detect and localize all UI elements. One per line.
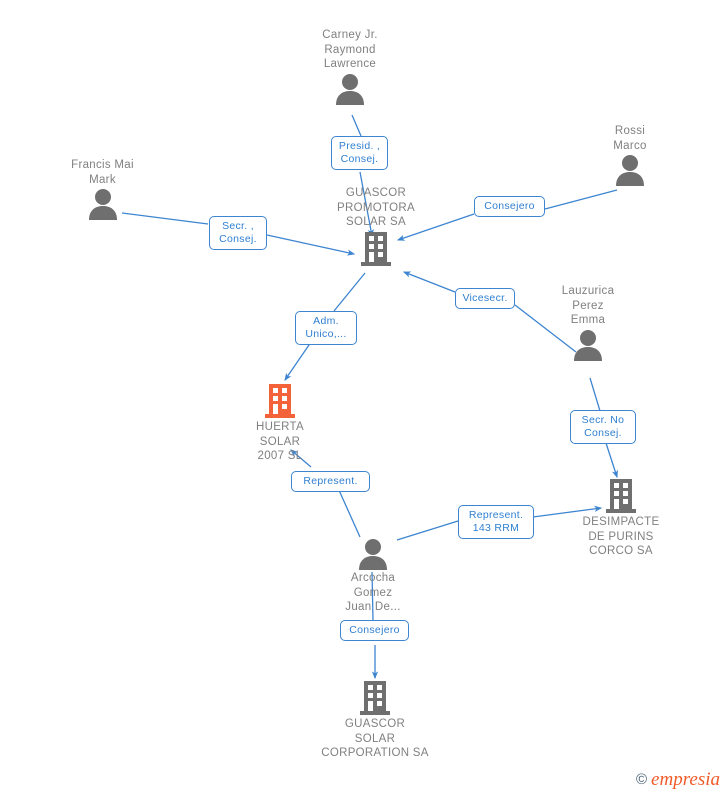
node-lauzurica[interactable]: Lauzurica Perez Emma xyxy=(533,284,643,361)
company-building-icon xyxy=(361,231,391,266)
node-arcocha-label: Arcocha Gomez Juan De... xyxy=(345,572,401,613)
edge-lauzurica-to-desimpacte-lower xyxy=(605,442,618,479)
node-guascor-promotora[interactable]: GUASCOR PROMOTORA SOLAR SA xyxy=(320,186,432,267)
node-rossi-label: Rossi Marco xyxy=(613,125,647,152)
node-huerta-solar[interactable]: HUERTA SOLAR 2007 SL xyxy=(232,383,328,464)
empresia-watermark: © empresia xyxy=(636,770,720,789)
node-lauzurica-label: Lauzurica Perez Emma xyxy=(561,285,615,326)
empresia-brand-text: empresia xyxy=(651,769,720,790)
edge-rossi-to-guascor-promotora-upper xyxy=(544,189,618,210)
copyright-icon: © xyxy=(635,771,648,788)
edge-label-consejero-rossi[interactable]: Consejero xyxy=(474,196,545,217)
edge-label-presid-consej[interactable]: Presid. , Consej. xyxy=(331,136,388,170)
company-building-icon-highlighted xyxy=(265,384,295,418)
edge-label-consejero-arcocha[interactable]: Consejero xyxy=(340,620,409,641)
edge-arcocha-to-huerta-upper xyxy=(337,487,361,538)
node-francis-label: Francis Mai Mark xyxy=(71,159,134,186)
node-carney[interactable]: Carney Jr. Raymond Lawrence xyxy=(290,28,410,105)
edge-label-secr-consej[interactable]: Secr. , Consej. xyxy=(209,216,267,250)
node-desimpacte-label: DESIMPACTE DE PURINS CORCO SA xyxy=(582,516,660,557)
node-carney-label: Carney Jr. Raymond Lawrence xyxy=(322,29,378,70)
person-icon xyxy=(574,329,602,361)
edge-label-represent-143-rrm[interactable]: Represent. 143 RRM xyxy=(458,505,534,539)
node-huerta-solar-label: HUERTA SOLAR 2007 SL xyxy=(255,421,305,462)
edge-label-represent-huerta[interactable]: Represent. xyxy=(291,471,370,492)
node-guascor-promotora-label: GUASCOR PROMOTORA SOLAR SA xyxy=(337,187,415,228)
person-icon xyxy=(359,539,387,570)
edge-layer xyxy=(121,114,618,680)
company-building-icon xyxy=(606,479,636,513)
company-building-icon xyxy=(360,681,390,715)
node-guascor-corporation[interactable]: GUASCOR SOLAR CORPORATION SA xyxy=(300,680,450,761)
node-guascor-corporation-label: GUASCOR SOLAR CORPORATION SA xyxy=(321,718,429,759)
node-francis[interactable]: Francis Mai Mark xyxy=(45,158,160,220)
edge-label-adm-unico[interactable]: Adm. Unico,... xyxy=(295,311,357,345)
person-icon xyxy=(616,155,644,186)
edge-lauzurica-to-guascor-promotora-lower xyxy=(402,271,456,293)
edge-guascor-promotora-to-huerta-upper xyxy=(333,272,366,312)
edge-lauzurica-to-desimpacte-upper xyxy=(589,377,601,412)
edge-label-vicesecr[interactable]: Vicesecr. xyxy=(455,288,515,309)
edge-label-secr-no-consej[interactable]: Secr. No Consej. xyxy=(570,410,636,444)
node-rossi[interactable]: Rossi Marco xyxy=(578,124,682,186)
edge-carney-to-guascor-promotora-upper xyxy=(351,114,362,137)
person-icon xyxy=(88,189,117,220)
node-desimpacte[interactable]: DESIMPACTE DE PURINS CORCO SA xyxy=(565,478,677,559)
relationship-graph-canvas: Carney Jr. Raymond Lawrence Francis Mai … xyxy=(0,0,728,795)
person-icon xyxy=(336,73,364,105)
node-arcocha[interactable]: Arcocha Gomez Juan De... xyxy=(318,538,428,615)
edge-guascor-promotora-to-huerta-lower xyxy=(284,341,312,381)
